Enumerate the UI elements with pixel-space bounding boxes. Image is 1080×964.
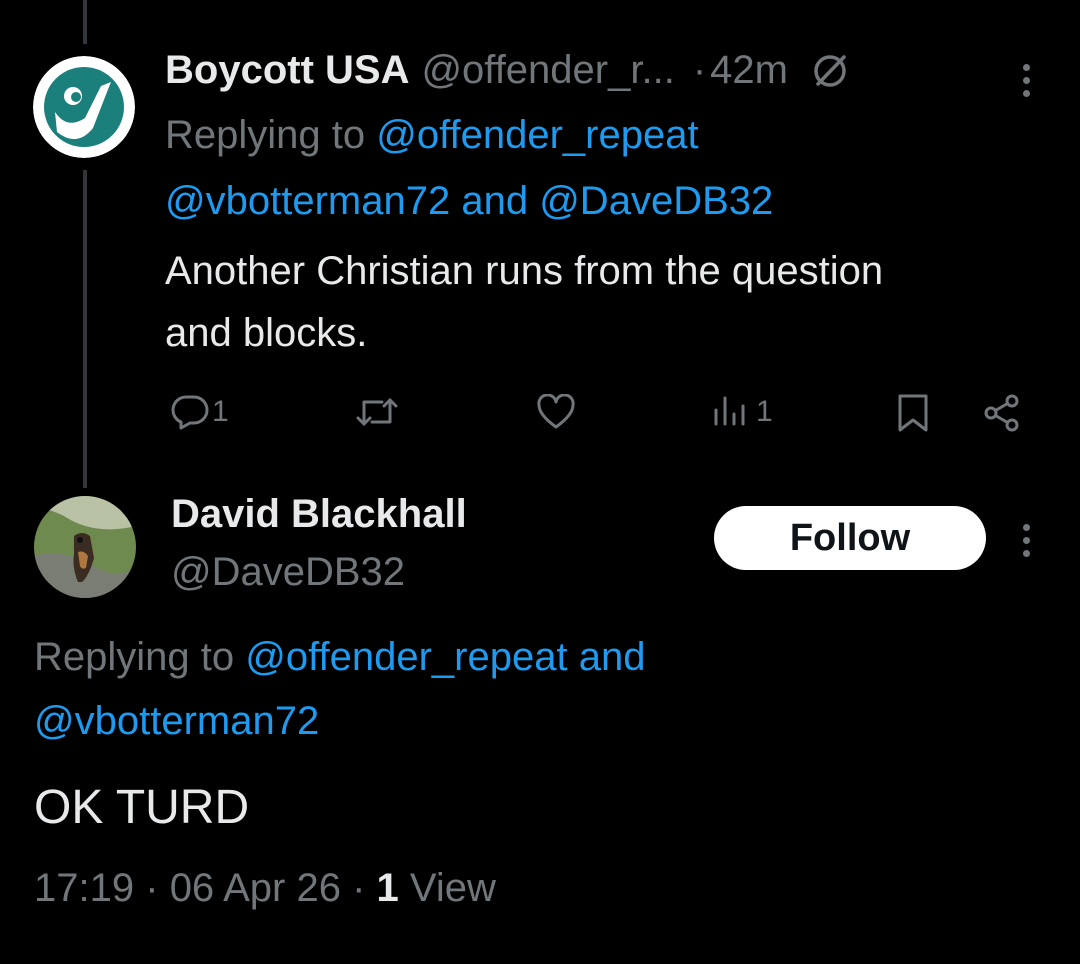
and-label: and xyxy=(578,635,646,679)
bookmark-icon xyxy=(895,393,931,433)
and-label: and xyxy=(461,179,529,223)
reply-button[interactable]: 1 xyxy=(170,394,229,430)
thread-line-top xyxy=(83,0,87,44)
retweet-icon xyxy=(356,394,398,430)
tweet2-meta: 17:19 · 06 Apr 26 · 1 View xyxy=(34,866,496,911)
more-icon[interactable] xyxy=(1021,524,1031,563)
tweet2-body: OK TURD xyxy=(34,781,250,834)
tweet1-replying-to-line2: @vbotterman72 and @DaveDB32 xyxy=(165,170,773,232)
mention-vbotterman72[interactable]: @vbotterman72 xyxy=(34,699,319,743)
retweet-button[interactable] xyxy=(356,394,398,430)
separator-dot: · xyxy=(145,866,159,910)
body-line-1: Another Christian runs from the question xyxy=(165,249,884,293)
tweet2-replying-to: Replying to @offender_repeat and xyxy=(34,626,645,688)
separator-dot: · xyxy=(692,48,707,92)
views-icon xyxy=(712,394,752,430)
avatar-image xyxy=(34,496,136,598)
like-icon xyxy=(536,394,576,430)
thread-line-bottom xyxy=(83,170,87,488)
tweet2-handle[interactable]: @DaveDB32 xyxy=(171,550,405,595)
timestamp[interactable]: 42m xyxy=(710,48,788,93)
tweet-time[interactable]: 17:19 xyxy=(34,866,134,910)
handle[interactable]: @offender_r... xyxy=(421,48,674,93)
tweet1-header: Boycott USA @offender_r... · 42m xyxy=(165,48,850,93)
avatar-boycott-usa[interactable] xyxy=(33,56,135,158)
reply-count: 1 xyxy=(212,395,229,428)
mention-offender-repeat[interactable]: @offender_repeat xyxy=(245,635,567,679)
views-label: View xyxy=(409,866,496,910)
views-count: 1 xyxy=(376,866,399,910)
tweet-date[interactable]: 06 Apr 26 xyxy=(170,866,341,910)
like-button[interactable] xyxy=(536,394,576,430)
share-icon xyxy=(982,393,1022,433)
tweet1-body: Another Christian runs from the question… xyxy=(165,240,883,364)
tweet1-replying-to: Replying to @offender_repeat xyxy=(165,104,699,166)
replying-to-label: Replying to xyxy=(165,113,366,157)
tweet2-display-name[interactable]: David Blackhall xyxy=(171,492,467,537)
mention-davedb32[interactable]: @DaveDB32 xyxy=(539,179,773,223)
mention-vbotterman72[interactable]: @vbotterman72 xyxy=(165,179,450,223)
mention-offender-repeat[interactable]: @offender_repeat xyxy=(376,113,698,157)
views-count: 1 xyxy=(756,395,773,428)
separator-dot: · xyxy=(352,866,366,910)
display-name[interactable]: Boycott USA xyxy=(165,48,409,93)
body-line-2: and blocks. xyxy=(165,311,368,355)
reply-icon xyxy=(170,394,210,430)
replying-to-label: Replying to xyxy=(34,635,235,679)
more-icon[interactable] xyxy=(1021,64,1031,103)
avatar-david-blackhall[interactable] xyxy=(34,496,136,598)
views-button[interactable]: 1 xyxy=(712,394,773,430)
slash-circle-icon xyxy=(810,51,850,91)
avatar-image xyxy=(33,56,135,158)
follow-button[interactable]: Follow xyxy=(714,506,986,570)
tweet2-replying-to-line2: @vbotterman72 xyxy=(34,690,319,752)
bookmark-button[interactable] xyxy=(895,393,931,433)
share-button[interactable] xyxy=(982,393,1022,433)
